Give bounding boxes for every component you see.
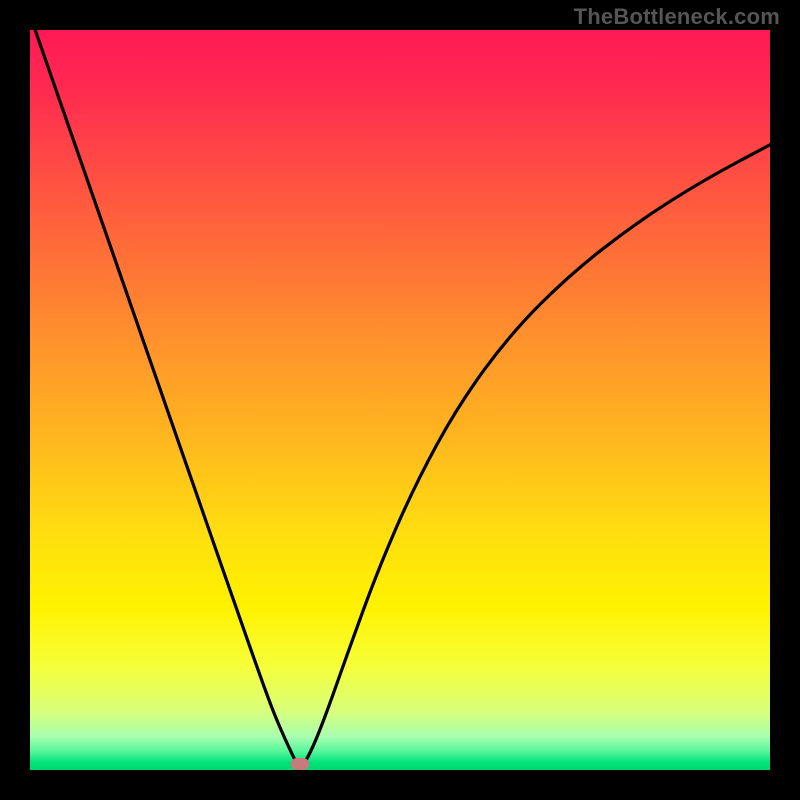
curve-layer	[30, 30, 770, 770]
plot-area	[30, 30, 770, 770]
chart-container: TheBottleneck.com	[0, 0, 800, 800]
bottleneck-curve	[30, 30, 770, 765]
optimum-marker	[291, 758, 309, 770]
watermark-text: TheBottleneck.com	[574, 4, 780, 30]
